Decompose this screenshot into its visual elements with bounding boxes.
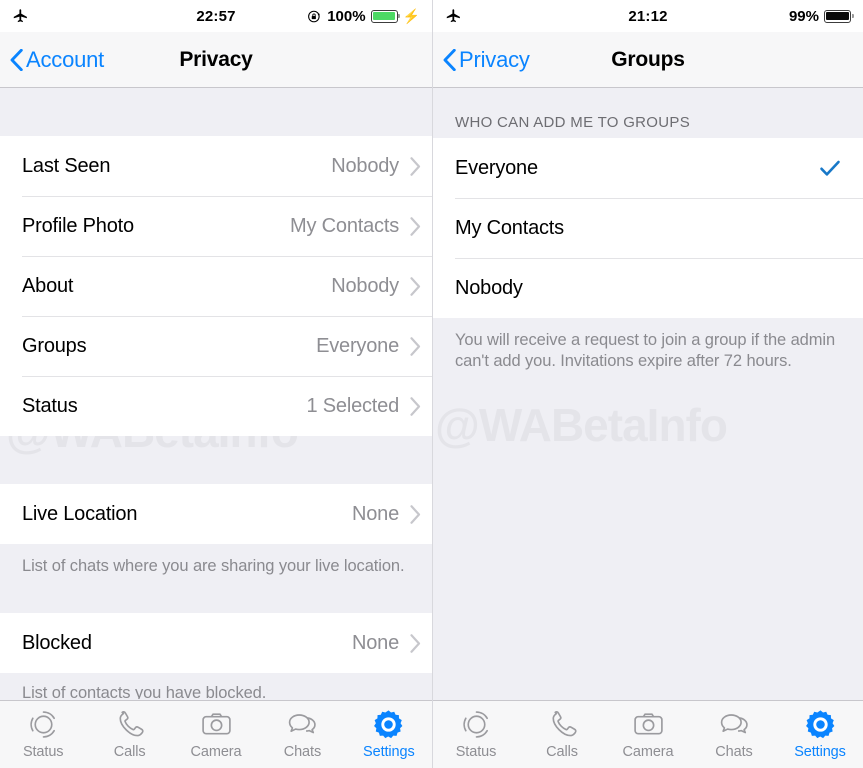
row-about[interactable]: About Nobody	[0, 256, 432, 316]
tab-calls[interactable]: Calls	[86, 708, 172, 760]
status-bar-time: 21:12	[628, 7, 668, 25]
tab-settings[interactable]: Settings	[346, 708, 432, 760]
dual-screenshot-container: 22:57 100% ⚡ Account Privacy Last Seen N…	[0, 0, 863, 768]
privacy-screen: 22:57 100% ⚡ Account Privacy Last Seen N…	[0, 0, 432, 768]
row-label: Blocked	[22, 631, 92, 654]
top-spacer	[0, 88, 432, 136]
tab-chats[interactable]: Chats	[259, 708, 345, 760]
back-button-label: Account	[26, 46, 105, 72]
tab-settings[interactable]: Settings	[777, 708, 863, 760]
chevron-left-icon	[443, 48, 456, 71]
camera-icon	[201, 713, 231, 735]
status-rings-icon	[462, 711, 488, 738]
row-last-seen[interactable]: Last Seen Nobody	[0, 136, 432, 196]
status-bar-time: 22:57	[196, 7, 236, 25]
row-label: Status	[22, 394, 78, 417]
chevron-right-icon	[410, 396, 421, 416]
row-value: Nobody	[331, 154, 399, 177]
groups-option-list: Everyone My Contacts Nobody	[433, 138, 863, 318]
live-location-footnote: List of chats where you are sharing your…	[0, 544, 432, 592]
battery-icon	[824, 9, 854, 23]
row-status[interactable]: Status 1 Selected	[0, 376, 432, 436]
privacy-content: @WABetaInfo Last Seen Nobody Profile Pho…	[0, 88, 432, 700]
row-label: Live Location	[22, 502, 138, 525]
row-label: My Contacts	[455, 216, 564, 239]
tab-camera[interactable]: Camera	[173, 708, 259, 760]
watermark: @WABetaInfo	[435, 398, 728, 452]
phone-icon	[119, 711, 144, 737]
chevron-right-icon	[410, 216, 421, 236]
row-label: Groups	[22, 334, 87, 357]
chevron-right-icon	[410, 634, 421, 653]
group-spacer-1	[0, 436, 432, 484]
blocked-footnote: List of contacts you have blocked.	[0, 673, 432, 700]
row-blocked[interactable]: Blocked None	[0, 613, 432, 674]
row-value: My Contacts	[290, 214, 399, 237]
group-spacer-2	[0, 591, 432, 614]
battery-icon	[370, 9, 401, 23]
camera-icon	[633, 713, 663, 735]
tab-bar-left: Status Calls Camera Chats Settings	[0, 700, 432, 768]
option-everyone[interactable]: Everyone	[433, 138, 863, 198]
row-value: Everyone	[316, 334, 399, 357]
tab-label: Calls	[546, 744, 578, 760]
chevron-right-icon	[410, 504, 421, 524]
tab-label: Status	[455, 744, 497, 760]
row-label: Last Seen	[22, 154, 111, 177]
tab-camera[interactable]: Camera	[605, 708, 691, 760]
option-my-contacts[interactable]: My Contacts	[433, 198, 863, 258]
tab-status[interactable]: Status	[0, 708, 86, 760]
status-bar-right: 21:12 99%	[433, 0, 863, 32]
back-button-label: Privacy	[459, 46, 530, 72]
tab-label: Settings	[794, 744, 846, 760]
nav-bar-left: Account Privacy	[0, 32, 432, 88]
back-button-account[interactable]: Account	[10, 47, 104, 73]
chevron-right-icon	[410, 276, 421, 296]
privacy-group-2: Live Location None	[0, 484, 432, 544]
row-profile-photo[interactable]: Profile Photo My Contacts	[0, 196, 432, 256]
section-header-who-can-add: WHO CAN ADD ME TO GROUPS	[433, 88, 863, 138]
option-nobody[interactable]: Nobody	[433, 258, 863, 318]
row-label: Nobody	[455, 276, 523, 299]
tab-status[interactable]: Status	[433, 708, 519, 760]
privacy-group-1: Last Seen Nobody Profile Photo My Contac…	[0, 136, 432, 436]
back-button-privacy[interactable]: Privacy	[443, 47, 530, 73]
row-value: 1 Selected	[306, 394, 399, 417]
tab-label: Calls	[113, 744, 146, 760]
row-live-location[interactable]: Live Location None	[0, 484, 432, 544]
row-groups[interactable]: Groups Everyone	[0, 316, 432, 376]
groups-footnote: You will receive a request to join a gro…	[433, 318, 863, 387]
tab-label: Camera	[622, 744, 674, 760]
tab-label: Status	[22, 744, 64, 760]
row-value: None	[351, 631, 399, 654]
row-label: About	[22, 274, 74, 297]
row-value: None	[351, 502, 399, 525]
row-label: Profile Photo	[22, 214, 134, 237]
tab-chats[interactable]: Chats	[691, 708, 777, 760]
tab-label: Chats	[715, 744, 753, 760]
tab-label: Chats	[283, 744, 322, 760]
chat-bubbles-icon	[288, 714, 316, 734]
privacy-group-3: Blocked None	[0, 613, 432, 674]
chat-bubbles-icon	[720, 714, 748, 734]
chevron-right-icon	[410, 336, 421, 356]
tab-bar-right: Status Calls Camera Chats Settings	[433, 700, 863, 768]
status-bar-left: 22:57 100% ⚡	[0, 0, 432, 32]
gear-icon	[805, 710, 834, 739]
gear-icon	[374, 710, 403, 739]
row-value: Nobody	[331, 274, 399, 297]
groups-content: @WABetaInfo @WABetaInfo WHO CAN ADD ME T…	[433, 88, 863, 700]
row-label: Everyone	[455, 156, 538, 179]
tab-calls[interactable]: Calls	[519, 708, 605, 760]
chevron-left-icon	[10, 48, 23, 71]
checkmark-icon	[820, 160, 840, 176]
tab-label: Camera	[190, 744, 242, 760]
nav-bar-right: Privacy Groups	[433, 32, 863, 88]
status-rings-icon	[30, 711, 55, 738]
chevron-right-icon	[410, 156, 421, 176]
phone-icon	[551, 711, 577, 737]
groups-screen: 21:12 99% Privacy Groups @WABetaInfo @WA…	[432, 0, 863, 768]
tab-label: Settings	[363, 744, 415, 760]
